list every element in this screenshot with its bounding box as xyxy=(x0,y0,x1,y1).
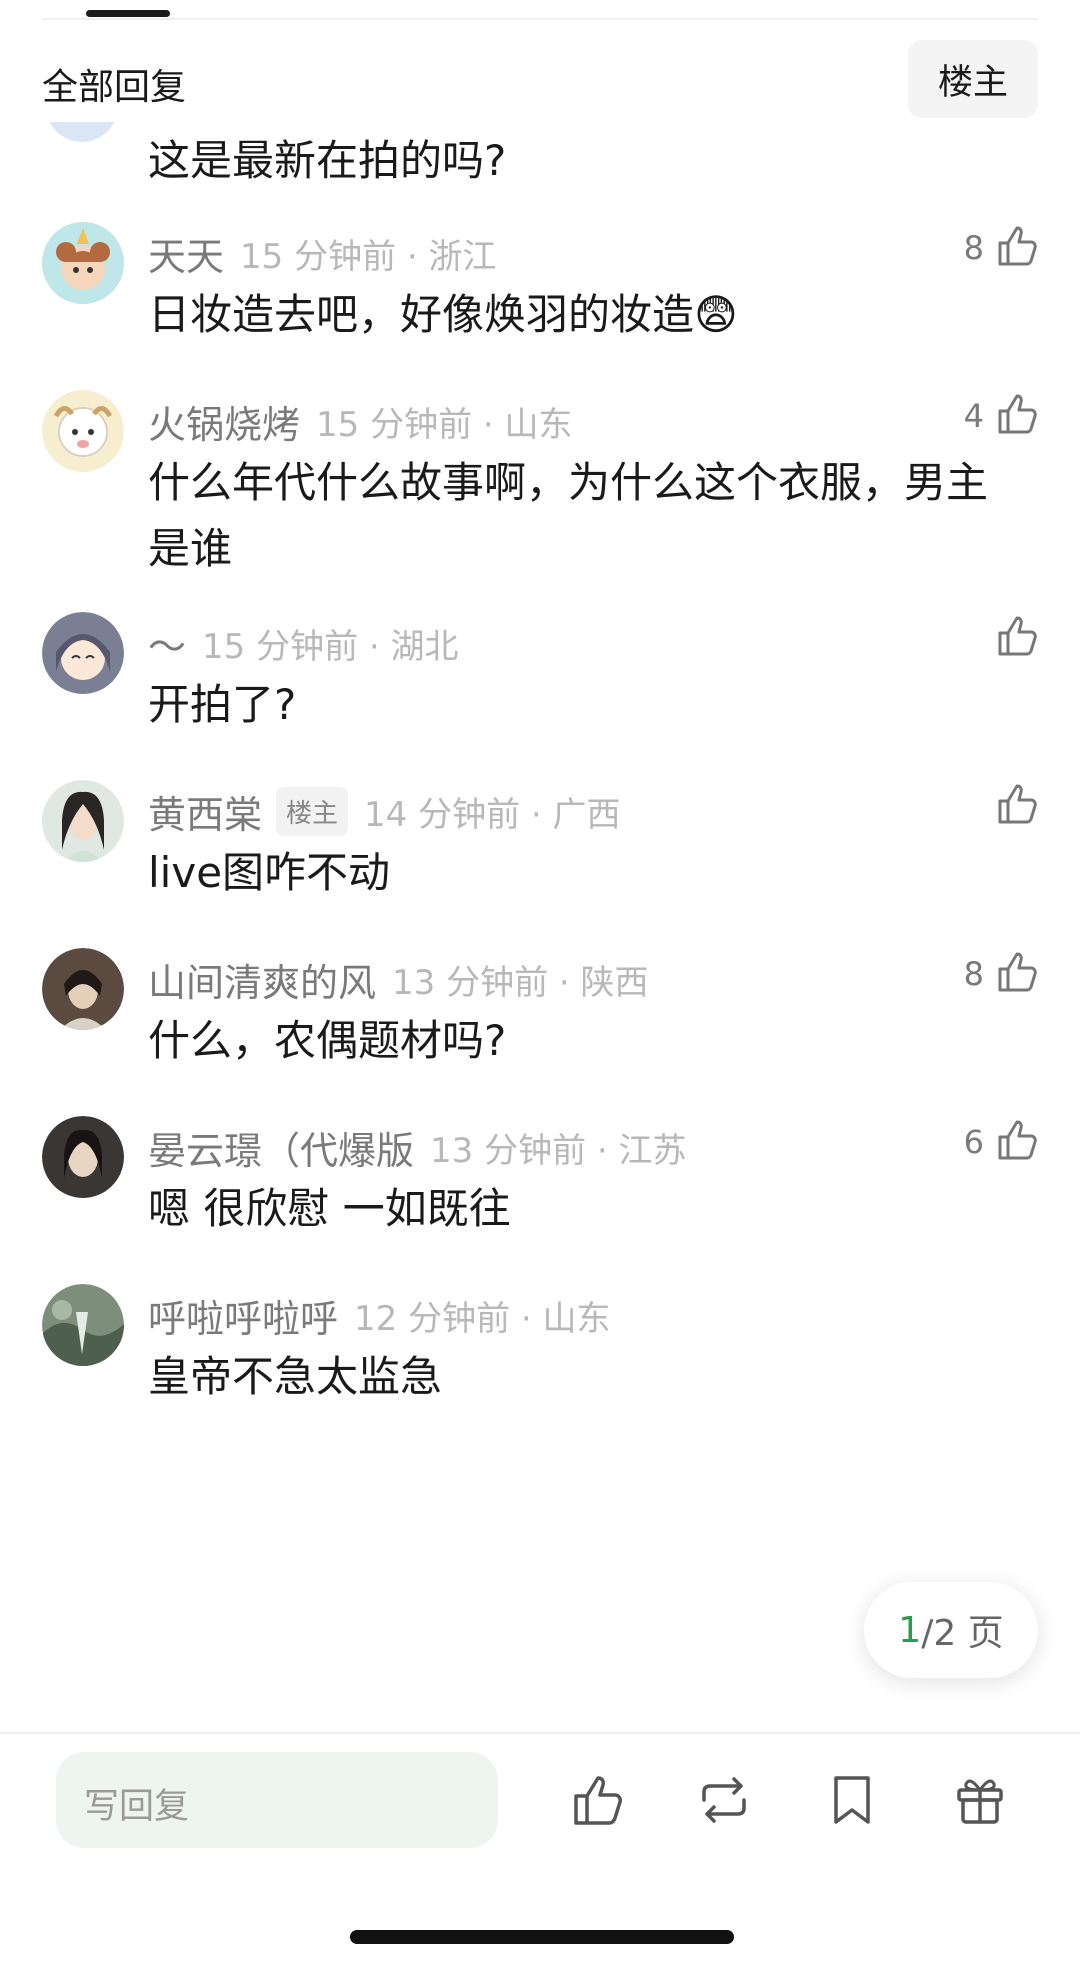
username[interactable]: ～ xyxy=(148,616,186,671)
comment-text: 皇帝不急太监急 xyxy=(148,1352,443,1401)
repost-icon xyxy=(694,1777,754,1834)
reply-header: 全部回复 楼主 xyxy=(0,40,1080,120)
top-divider xyxy=(42,18,1038,20)
avatar[interactable] xyxy=(42,948,124,1030)
thumbs-up-icon xyxy=(992,948,1040,1000)
tab-indicator xyxy=(86,10,170,17)
comment-meta: 呼啦呼啦呼 12 分钟前 · 山东 xyxy=(148,1288,611,1343)
avatar[interactable] xyxy=(42,780,124,862)
comment-meta: 黄西棠 楼主 14 分钟前 · 广西 xyxy=(148,784,621,839)
owner-only-filter-button[interactable]: 楼主 xyxy=(908,40,1038,118)
avatar[interactable] xyxy=(42,1116,124,1198)
repost-button[interactable] xyxy=(694,1770,754,1830)
owner-badge: 楼主 xyxy=(276,787,349,836)
comment-item: 呼啦呼啦呼 12 分钟前 · 山东 皇帝不急太监急 xyxy=(0,1284,1080,1494)
thumbs-up-icon xyxy=(992,390,1040,442)
avatar[interactable] xyxy=(42,222,124,304)
comment-meta: ～ 15 分钟前 · 湖北 xyxy=(148,616,459,671)
like-button[interactable]: 6 xyxy=(964,1116,1040,1168)
like-button[interactable] xyxy=(984,780,1040,832)
like-button[interactable] xyxy=(984,612,1040,664)
timestamp-location: 12 分钟前 · 山东 xyxy=(354,1299,611,1339)
comment-item: 火锅烧烤 15 分钟前 · 山东 4 什么年代什么故事啊，为什么这个衣服，男主是… xyxy=(0,390,1080,650)
avatar[interactable] xyxy=(42,1284,124,1366)
username[interactable]: 呼啦呼啦呼 xyxy=(148,1288,338,1343)
gift-button[interactable] xyxy=(950,1770,1010,1830)
reply-placeholder: 写回复 xyxy=(84,1787,190,1827)
like-count: 8 xyxy=(963,229,984,267)
pagination-indicator[interactable]: 1/2 页 xyxy=(864,1582,1038,1678)
reply-input[interactable]: 写回复 xyxy=(56,1752,498,1848)
thumbs-up-icon xyxy=(992,780,1040,832)
like-count: 4 xyxy=(963,397,984,435)
avatar[interactable] xyxy=(42,612,124,694)
timestamp-location: 14 分钟前 · 广西 xyxy=(364,795,621,835)
thumbs-up-icon xyxy=(568,1776,628,1834)
comment-text: 嗯 很欣慰 一如既往 xyxy=(148,1184,511,1233)
partial-comment-text: 这是最新在拍的吗? xyxy=(148,136,507,185)
like-button[interactable]: 4 xyxy=(964,390,1040,442)
bookmark-button[interactable] xyxy=(822,1770,882,1830)
comment-text: 什么年代什么故事啊，为什么这个衣服，男主是谁 xyxy=(148,458,989,573)
comment-text: 日妆造去吧，好像焕羽的妆造😨 xyxy=(148,290,738,339)
gift-icon xyxy=(950,1779,1010,1834)
like-action-button[interactable] xyxy=(568,1770,628,1830)
avatar[interactable] xyxy=(42,390,124,472)
like-button[interactable]: 8 xyxy=(964,948,1040,1000)
like-count: 8 xyxy=(963,955,984,993)
timestamp-location: 15 分钟前 · 山东 xyxy=(316,405,573,445)
comment-meta: 晏云璟（代爆版 13 分钟前 · 江苏 xyxy=(148,1120,687,1175)
partial-avatar xyxy=(46,122,118,150)
timestamp-location: 13 分钟前 · 陕西 xyxy=(392,963,649,1003)
username[interactable]: 山间清爽的风 xyxy=(148,952,376,1007)
page-total: /2 页 xyxy=(921,1613,1004,1654)
bottom-divider xyxy=(0,1732,1080,1734)
username[interactable]: 天天 xyxy=(148,226,224,281)
timestamp-location: 15 分钟前 · 湖北 xyxy=(202,627,459,667)
comment-meta: 天天 15 分钟前 · 浙江 xyxy=(148,226,497,281)
comment-text: 什么，农偶题材吗? xyxy=(148,1016,507,1065)
current-page: 1 xyxy=(898,1609,922,1651)
thumbs-up-icon xyxy=(992,612,1040,664)
header-title: 全部回复 xyxy=(42,67,187,108)
comment-text: live图咋不动 xyxy=(148,848,391,897)
timestamp-location: 15 分钟前 · 浙江 xyxy=(240,237,497,277)
username[interactable]: 火锅烧烤 xyxy=(148,394,300,449)
like-count: 6 xyxy=(963,1123,984,1161)
comment-meta: 火锅烧烤 15 分钟前 · 山东 xyxy=(148,394,573,449)
thumbs-up-icon xyxy=(992,1116,1040,1168)
like-button[interactable]: 8 xyxy=(964,222,1040,274)
comment-meta: 山间清爽的风 13 分钟前 · 陕西 xyxy=(148,952,649,1007)
comment-text: 开拍了? xyxy=(148,680,297,729)
username[interactable]: 黄西棠 xyxy=(148,784,262,839)
thumbs-up-icon xyxy=(992,222,1040,274)
username[interactable]: 晏云璟（代爆版 xyxy=(148,1120,414,1175)
bookmark-icon xyxy=(822,1776,882,1834)
home-indicator xyxy=(350,1930,734,1944)
timestamp-location: 13 分钟前 · 江苏 xyxy=(430,1131,687,1171)
